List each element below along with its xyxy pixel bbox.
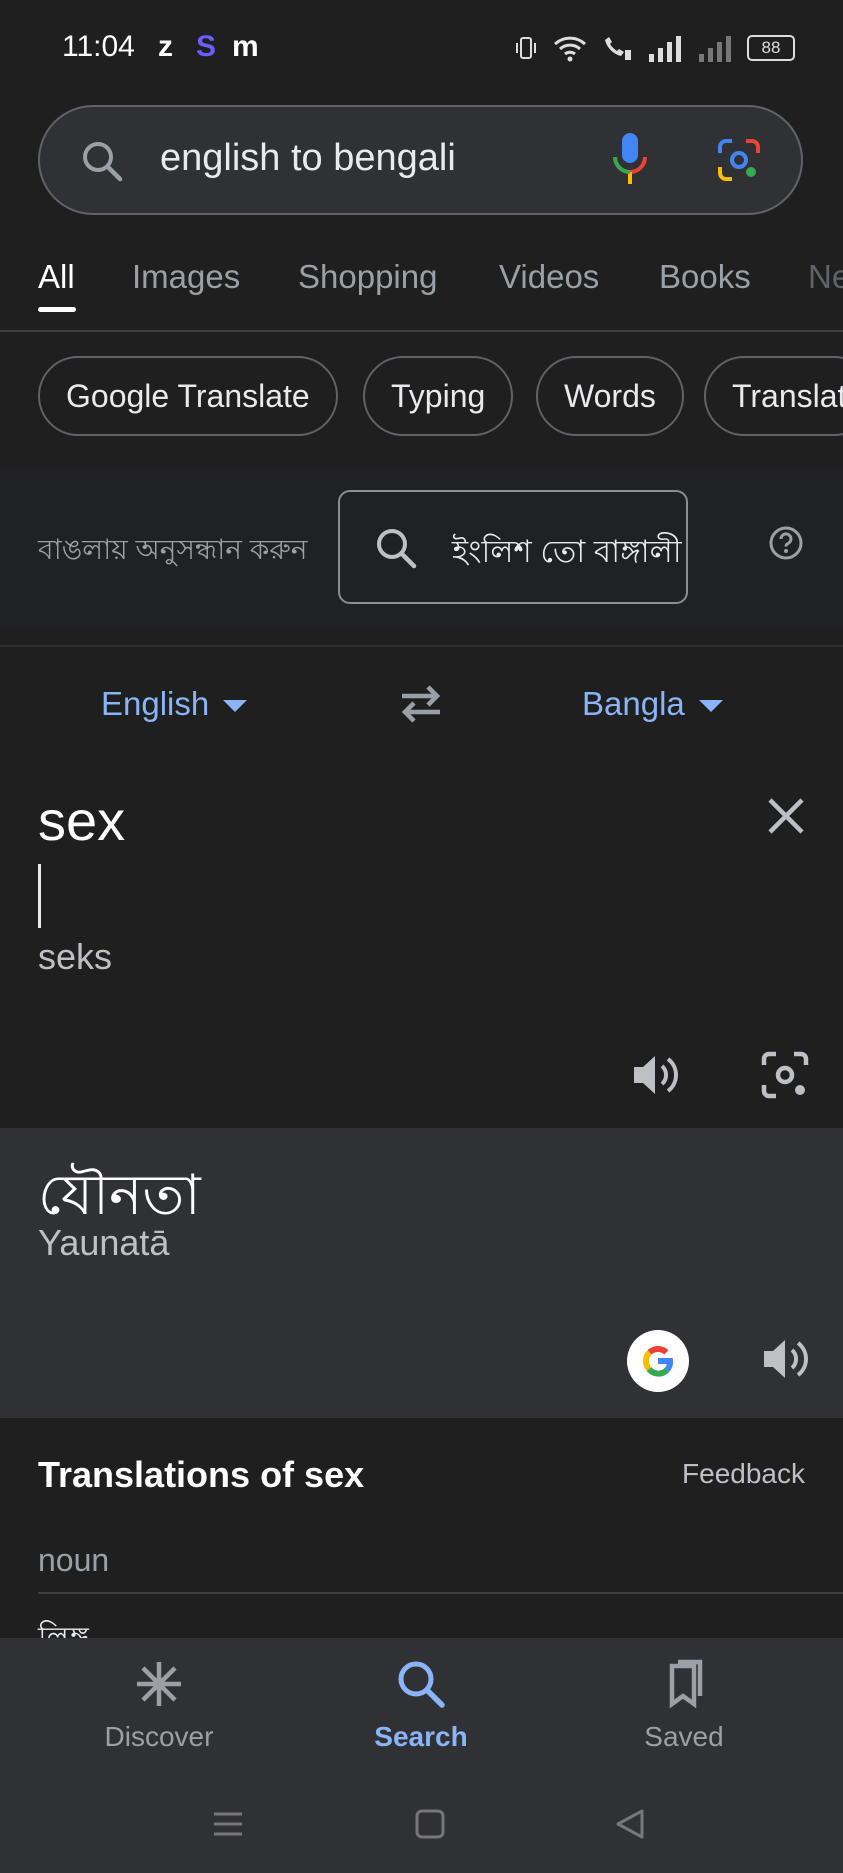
nav-saved[interactable]: Saved — [594, 1658, 774, 1753]
status-bar: 11:04 z S m 88 — [0, 0, 843, 100]
search-icon — [377, 529, 417, 569]
feedback-link[interactable]: Feedback — [682, 1458, 805, 1490]
translated-transliteration: Yaunatā — [38, 1222, 170, 1263]
search-bar[interactable]: english to bengali — [38, 105, 803, 215]
search-tabs: All Images Shopping Videos Books Ne — [0, 250, 843, 332]
status-app-icon: m — [232, 30, 259, 63]
discover-icon — [137, 1662, 181, 1706]
chip-google-translate[interactable]: Google Translate — [38, 356, 338, 436]
speaker-icon[interactable] — [760, 1334, 810, 1384]
help-icon[interactable] — [768, 525, 804, 561]
nav-saved-label: Saved — [644, 1721, 724, 1752]
source-text-area[interactable]: sex seks — [0, 760, 843, 1128]
part-of-speech: noun — [38, 1542, 110, 1578]
status-time: 11:04 — [62, 30, 135, 63]
dropdown-caret-icon — [223, 700, 248, 713]
search-icon — [398, 1661, 445, 1708]
target-language-select[interactable]: Bangla — [582, 685, 723, 723]
status-app-icon: z — [158, 30, 173, 63]
source-transliteration: seks — [38, 936, 113, 977]
battery-indicator: 88 — [747, 35, 795, 61]
speaker-icon[interactable] — [630, 1050, 680, 1100]
chip-words[interactable]: Words — [536, 356, 684, 436]
tab-all[interactable]: All — [38, 258, 75, 296]
bottom-navigation: Discover Search Saved — [0, 1638, 843, 1873]
saved-bookmark-icon — [669, 1659, 703, 1709]
tab-images[interactable]: Images — [132, 258, 240, 296]
translations-section: Translations of sex Feedback noun লিঙ্গ — [0, 1418, 843, 1655]
lens-icon[interactable] — [716, 137, 762, 183]
source-language-select[interactable]: English — [101, 685, 248, 723]
search-icon — [83, 142, 123, 182]
microphone-icon[interactable] — [610, 131, 650, 189]
back-icon[interactable] — [614, 1808, 646, 1840]
translation-result-area: যৌনতা Yaunatā — [0, 1128, 843, 1418]
active-tab-indicator — [38, 307, 76, 312]
language-bar: English Bangla — [0, 645, 843, 763]
tab-news[interactable]: Ne — [808, 258, 843, 296]
nav-search-label: Search — [374, 1721, 468, 1752]
camera-lens-icon[interactable] — [760, 1050, 810, 1100]
signal-icon — [649, 36, 681, 62]
nav-discover[interactable]: Discover — [69, 1658, 249, 1753]
dropdown-caret-icon — [698, 700, 723, 713]
target-language-label: Bangla — [582, 685, 685, 722]
swap-languages-icon[interactable] — [396, 683, 446, 725]
wifi-call-icon — [605, 37, 631, 60]
chip-typing[interactable]: Typing — [363, 356, 514, 436]
tab-books[interactable]: Books — [659, 258, 751, 296]
bengali-search-button[interactable]: ইংলিশ তো বাঙ্গালী — [338, 490, 688, 604]
source-language-label: English — [101, 685, 210, 722]
menu-icon[interactable] — [212, 1808, 244, 1840]
nav-discover-label: Discover — [104, 1721, 214, 1752]
chip-translate[interactable]: Translat — [704, 356, 843, 436]
translations-title: Translations of sex — [38, 1454, 365, 1495]
google-logo-icon[interactable] — [627, 1330, 689, 1392]
home-icon[interactable] — [414, 1808, 446, 1840]
bengali-search-query: ইংলিশ তো বাঙ্গালী — [452, 534, 682, 569]
text-cursor — [38, 864, 41, 928]
wifi-icon — [553, 36, 587, 62]
status-icons: 88 — [513, 34, 795, 62]
signal-icon-secondary — [699, 36, 731, 62]
divider — [38, 1592, 843, 1594]
close-icon[interactable] — [766, 796, 806, 836]
tab-shopping[interactable]: Shopping — [298, 258, 437, 296]
vibrate-icon — [516, 37, 536, 59]
status-app-icon: S — [196, 30, 217, 63]
tab-videos[interactable]: Videos — [499, 258, 599, 296]
source-text[interactable]: sex — [38, 788, 125, 853]
bengali-search-label: বাঙলায় অনুসন্ধান করুন — [38, 534, 308, 565]
search-input[interactable]: english to bengali — [160, 137, 456, 180]
nav-search[interactable]: Search — [331, 1658, 511, 1753]
